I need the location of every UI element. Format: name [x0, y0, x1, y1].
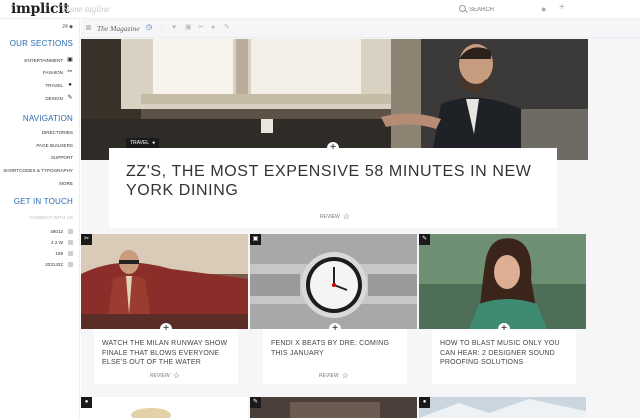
facebook-icon[interactable] [68, 229, 73, 234]
rss-icon[interactable] [68, 262, 73, 267]
site-logo[interactable]: implicit [11, 1, 70, 17]
badge-label: TRAVEL [130, 140, 150, 146]
subnav: The Magazine ◷ ◌ ♥ ▣ ✂ ● ✎ [81, 19, 640, 38]
card-title[interactable]: FENDI X BEATS BY DRE: COMING THIS JANUAR… [271, 339, 403, 358]
sidebar-item-fashion[interactable]: FASHION ✂ [43, 67, 73, 77]
sections-heading: OUR SECTIONS [9, 39, 73, 48]
card-text[interactable]: + HOW TO BLAST MUSIC ONLY YOU CAN HEAR: … [432, 323, 576, 384]
expand-button[interactable]: + [327, 142, 339, 154]
article-card[interactable]: ✂ + WATCH THE MILAN RUNWAY SHOW FINALE T… [81, 234, 248, 399]
review-rating[interactable]: REVIEW ☆ [320, 212, 350, 221]
hero-title[interactable]: ZZ'S, THE MOST EXPENSIVE 58 MINUTES IN N… [126, 162, 546, 200]
sidebar-item-label: TRAVEL [45, 82, 63, 88]
top-bar: implicit Some tagline ● + [0, 0, 640, 19]
twitter-icon[interactable] [68, 240, 73, 245]
article-card[interactable]: ● [419, 397, 586, 418]
scissors-icon[interactable]: ✂ [198, 24, 204, 32]
card-text[interactable]: + FENDI X BEATS BY DRE: COMING THIS JANU… [263, 323, 407, 384]
item-count: 24 ◆ [62, 24, 73, 30]
scissors-icon: ✂ [81, 234, 92, 245]
card-text[interactable]: + WATCH THE MILAN RUNWAY SHOW FINALE THA… [94, 323, 238, 384]
stat-value: 4 2 W [51, 240, 63, 245]
nav-item-page-builders[interactable]: PAGE BUILDERS [36, 140, 73, 150]
card-photo [81, 234, 248, 329]
touch-subheading: CONNECT WITH US [29, 215, 73, 220]
tv-icon[interactable]: ▣ [185, 24, 192, 32]
category-badge[interactable]: TRAVEL ● [126, 138, 160, 148]
stat-value: 2031432 [45, 262, 63, 267]
star-icon: ☆ [341, 371, 349, 380]
sidebar-item-entertainment[interactable]: ENTERTAINMENT ▣ [24, 55, 73, 65]
user-icon[interactable]: ● [541, 4, 546, 14]
tv-icon: ▣ [67, 57, 73, 63]
search-input[interactable] [469, 4, 529, 15]
card-title[interactable]: HOW TO BLAST MUSIC ONLY YOU CAN HEAR: 2 … [440, 339, 572, 368]
sidebar-item-travel[interactable]: TRAVEL ● [45, 80, 73, 90]
article-card[interactable]: ✎ [250, 397, 417, 418]
nav-item-directories[interactable]: DIRECTORIES [42, 127, 73, 137]
sidebar-item-label: DESIGN [45, 95, 63, 101]
pencil-icon[interactable]: ✎ [224, 24, 230, 32]
review-rating[interactable]: REVIEW ☆ [150, 371, 180, 380]
stat-value: 48012 [50, 229, 63, 234]
pencil-icon: ✎ [419, 234, 430, 245]
sidebar-item-label: ENTERTAINMENT [24, 57, 63, 63]
review-label: REVIEW [150, 372, 170, 379]
heart-icon[interactable]: ♥ [172, 24, 176, 32]
pin-icon: ● [419, 397, 430, 408]
sidebar-item-design[interactable]: DESIGN ✎ [45, 93, 73, 103]
nav-item-shortcodes[interactable]: SHORTCODES & TYPOGRAPHY [3, 165, 73, 175]
nav-item-more[interactable]: MORE [59, 178, 73, 188]
pin-icon[interactable]: ● [211, 24, 215, 32]
expand-button[interactable]: + [329, 323, 341, 335]
card-image[interactable]: ▣ [250, 234, 417, 329]
pin-icon: ● [68, 82, 72, 88]
tv-icon: ▣ [250, 234, 261, 245]
card-image[interactable]: ✂ [81, 234, 248, 329]
review-label: REVIEW [319, 372, 339, 379]
sidebar: 24 ◆ OUR SECTIONS ENTERTAINMENT ▣ FASHIO… [0, 19, 80, 418]
sidebar-item-label: FASHION [42, 69, 63, 75]
pencil-icon: ✎ [250, 397, 261, 408]
menu-icon[interactable] [86, 25, 91, 30]
article-card[interactable]: ▣ + FENDI X BEATS BY DRE: COMING THIS JA… [250, 234, 417, 399]
search-icon[interactable] [459, 5, 466, 12]
navigation-heading: NAVIGATION [22, 114, 73, 123]
card-photo [250, 234, 417, 329]
article-card[interactable]: ● [81, 397, 248, 418]
google-plus-icon[interactable] [68, 251, 73, 256]
review-rating[interactable]: REVIEW ☆ [319, 371, 349, 380]
star-icon: ☆ [342, 212, 350, 221]
touch-heading: GET IN TOUCH [13, 197, 73, 206]
magazine-title[interactable]: The Magazine [97, 24, 140, 33]
card-photo [419, 397, 586, 418]
card-photo [419, 234, 586, 329]
card-title[interactable]: WATCH THE MILAN RUNWAY SHOW FINALE THAT … [102, 339, 234, 368]
expand-button[interactable]: + [498, 323, 510, 335]
hero-card[interactable]: TRAVEL ● + ZZ'S, THE MOST EXPENSIVE 58 M… [109, 138, 557, 228]
star-icon: ☆ [172, 371, 180, 380]
comment-icon[interactable]: ◌ [159, 24, 163, 32]
card-photo [250, 397, 417, 418]
nav-item-support[interactable]: SUPPORT [51, 152, 73, 162]
pencil-icon: ✎ [67, 95, 73, 101]
article-card[interactable]: ✎ + HOW TO BLAST MUSIC ONLY YOU CAN HEAR… [419, 234, 586, 399]
add-icon[interactable]: + [559, 3, 565, 13]
review-label: REVIEW [320, 213, 340, 220]
pin-icon: ● [81, 397, 92, 408]
clock-icon[interactable]: ◷ [146, 24, 152, 32]
expand-button[interactable]: + [160, 323, 172, 335]
scissors-icon: ✂ [67, 69, 73, 75]
stat-value: 199 [55, 251, 63, 256]
card-image[interactable]: ✎ [419, 234, 586, 329]
card-photo [81, 397, 248, 418]
pin-icon: ● [152, 140, 156, 146]
site-tagline: Some tagline [63, 4, 110, 14]
main-content: The Magazine ◷ ◌ ♥ ▣ ✂ ● ✎ TRAVEL ● + ZZ… [81, 19, 640, 418]
